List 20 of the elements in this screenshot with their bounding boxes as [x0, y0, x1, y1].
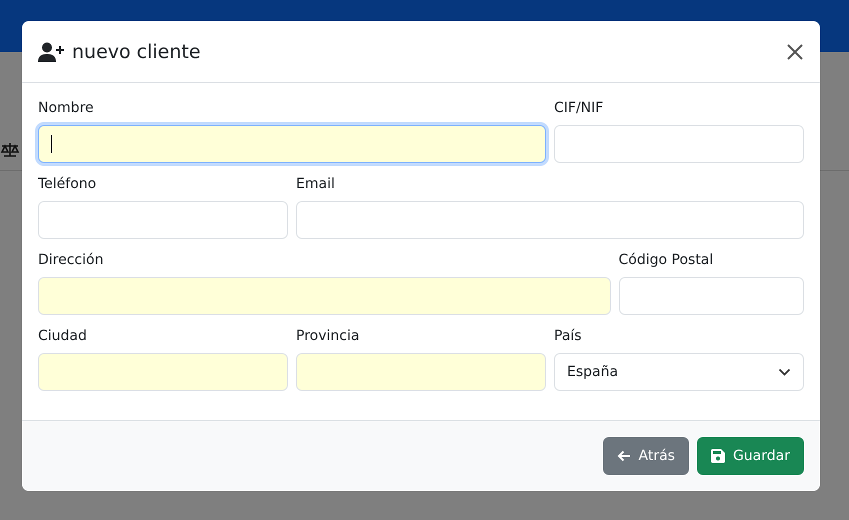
field-label: Ciudad — [38, 327, 87, 345]
close-button[interactable] — [786, 42, 804, 60]
field-label: CIF/NIF — [554, 99, 604, 117]
field-label: Dirección — [38, 251, 104, 269]
arrow-left-icon — [616, 450, 630, 462]
save-button[interactable]: Guardar — [696, 437, 804, 475]
field-label: Teléfono — [38, 175, 96, 193]
select-field[interactable]: España — [554, 353, 804, 391]
field-label: Email — [296, 175, 335, 193]
input-field[interactable] — [38, 125, 546, 163]
field-label: País — [554, 327, 582, 345]
scale-icon — [0, 142, 20, 158]
user-plus-icon — [38, 42, 64, 62]
back-button[interactable]: Atrás — [602, 437, 689, 475]
dialog-title: nuevo cliente — [72, 40, 202, 62]
field-label: Nombre — [38, 99, 94, 117]
close-icon — [787, 44, 803, 60]
field-label: Provincia — [296, 327, 360, 345]
field-label: Código Postal — [618, 251, 714, 269]
chevron-down-icon — [778, 368, 791, 376]
